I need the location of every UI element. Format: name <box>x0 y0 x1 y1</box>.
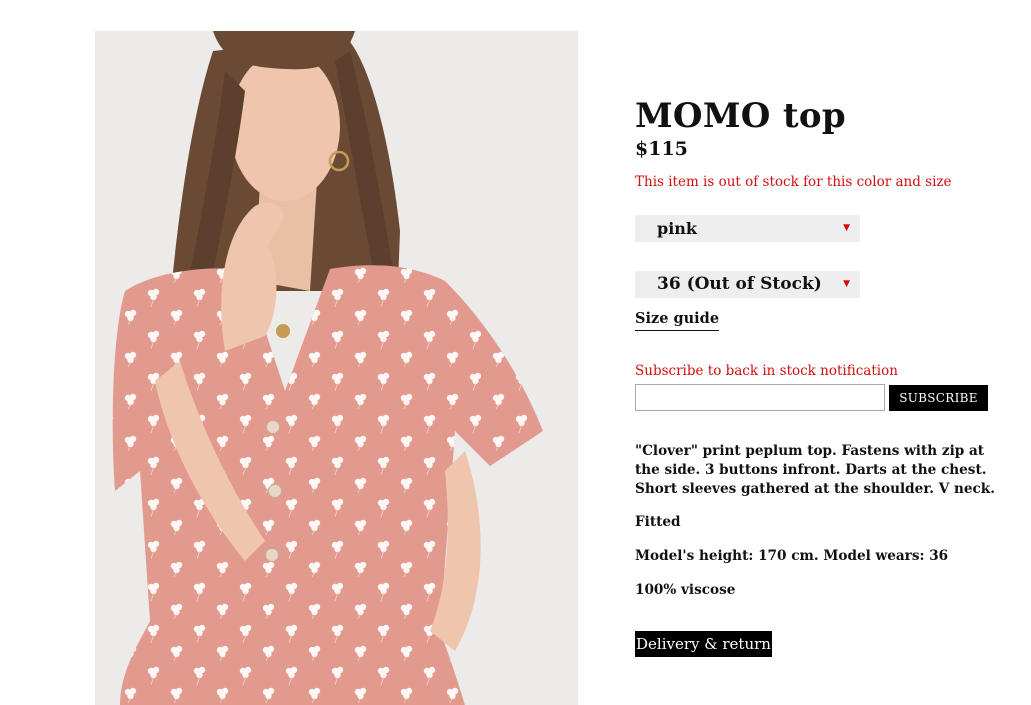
subscribe-label: Subscribe to back in stock notification <box>635 363 898 379</box>
product-price: $115 <box>635 138 688 160</box>
product-description: "Clover" print peplum top. Fastens with … <box>635 443 995 497</box>
product-image <box>95 31 578 705</box>
product-photo-illustration <box>95 31 578 705</box>
dropdown-arrow-icon: ▼ <box>843 279 850 289</box>
dropdown-arrow-icon: ▼ <box>843 223 850 233</box>
size-select-value: 36 (Out of Stock) <box>657 274 822 294</box>
out-of-stock-message: This item is out of stock for this color… <box>635 174 952 190</box>
size-guide-link[interactable]: Size guide <box>635 310 720 331</box>
size-select[interactable]: 36 (Out of Stock) ▼ <box>635 271 860 298</box>
model-info: Model's height: 170 cm. Model wears: 36 <box>635 548 949 564</box>
color-select[interactable]: pink ▼ <box>635 215 860 242</box>
delivery-return-button[interactable]: Delivery & return <box>635 631 772 657</box>
color-select-value: pink <box>657 219 697 238</box>
product-material: 100% viscose <box>635 582 736 598</box>
product-fit: Fitted <box>635 514 681 530</box>
product-title: MOMO top <box>635 96 846 136</box>
product-page: MOMO top $115 This item is out of stock … <box>0 0 1031 705</box>
subscribe-button[interactable]: SUBSCRIBE <box>889 385 988 411</box>
subscribe-email-input[interactable] <box>635 384 885 411</box>
